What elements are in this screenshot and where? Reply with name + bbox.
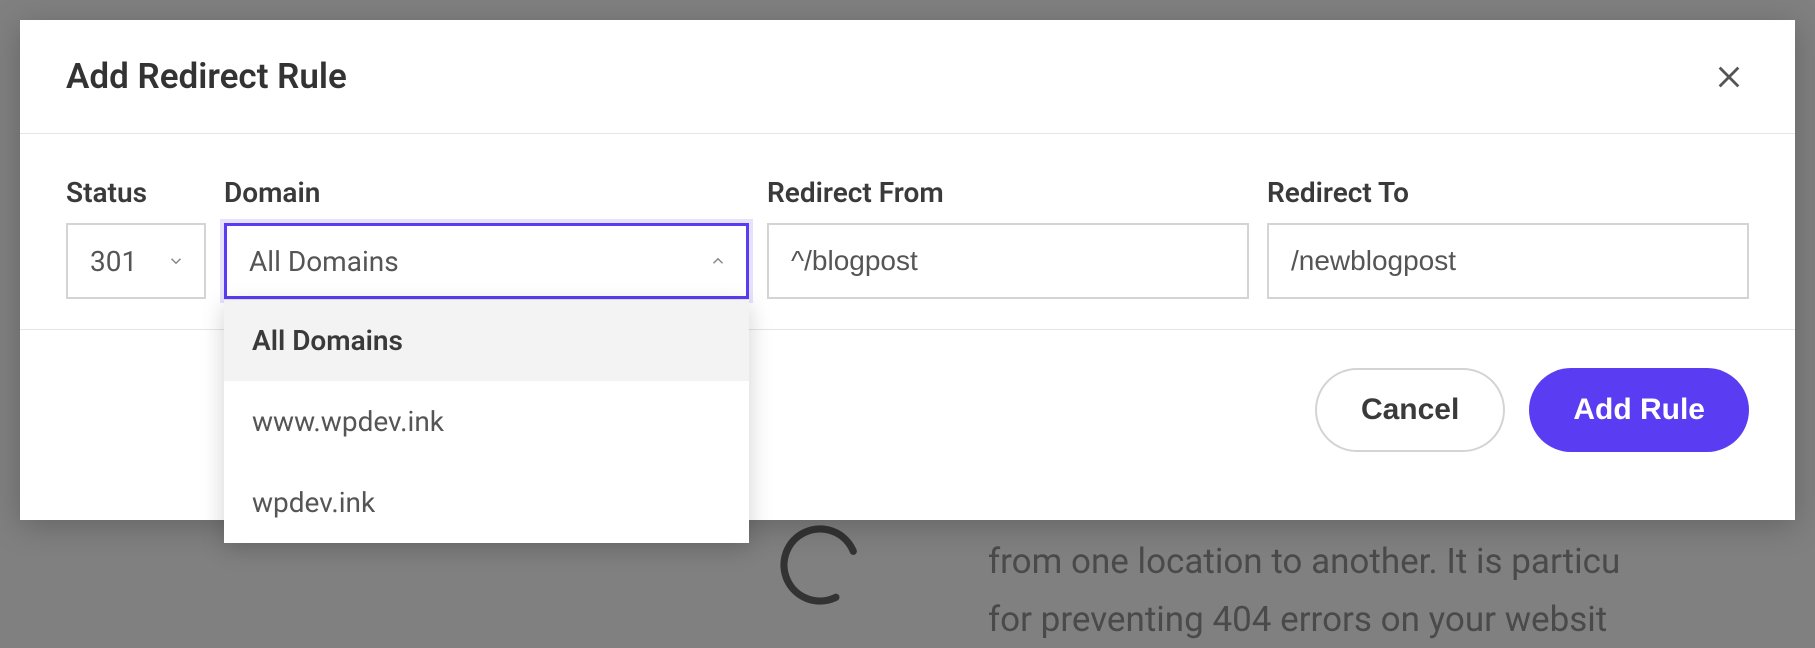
domain-value: All Domains — [249, 245, 399, 278]
status-select[interactable]: 301 — [66, 223, 206, 299]
domain-dropdown: All Domains www.wpdev.ink wpdev.ink — [224, 300, 749, 543]
domain-select[interactable]: All Domains — [224, 223, 749, 299]
redirect-from-label: Redirect From — [767, 176, 1249, 209]
redirect-to-input[interactable] — [1267, 223, 1749, 299]
status-value: 301 — [90, 245, 137, 278]
redirect-to-field: Redirect To — [1267, 176, 1749, 299]
cancel-button[interactable]: Cancel — [1315, 368, 1505, 452]
domain-option[interactable]: www.wpdev.ink — [224, 381, 749, 462]
status-field: Status 301 — [66, 176, 206, 299]
chevron-up-icon — [708, 251, 728, 271]
redirect-from-field: Redirect From — [767, 176, 1249, 299]
add-rule-button[interactable]: Add Rule — [1529, 368, 1749, 452]
chevron-down-icon — [166, 251, 186, 271]
domain-label: Domain — [224, 176, 749, 209]
close-button[interactable] — [1709, 57, 1749, 97]
domain-option[interactable]: wpdev.ink — [224, 462, 749, 543]
domain-field: Domain All Domains All Domains www.wpdev… — [224, 176, 749, 299]
modal-title: Add Redirect Rule — [66, 56, 347, 97]
loading-spinner — [775, 520, 865, 610]
redirect-to-label: Redirect To — [1267, 176, 1749, 209]
add-redirect-modal: Add Redirect Rule Status 301 Domain All … — [20, 20, 1795, 520]
status-label: Status — [66, 176, 206, 209]
domain-option[interactable]: All Domains — [224, 300, 749, 381]
modal-header: Add Redirect Rule — [20, 20, 1795, 134]
redirect-from-input[interactable] — [767, 223, 1249, 299]
background-text-line: for preventing 404 errors on your websit — [988, 592, 1607, 648]
modal-body: Status 301 Domain All Domains All Domain… — [20, 134, 1795, 330]
close-icon — [1715, 63, 1743, 91]
background-text-line: from one location to another. It is part… — [988, 534, 1620, 590]
